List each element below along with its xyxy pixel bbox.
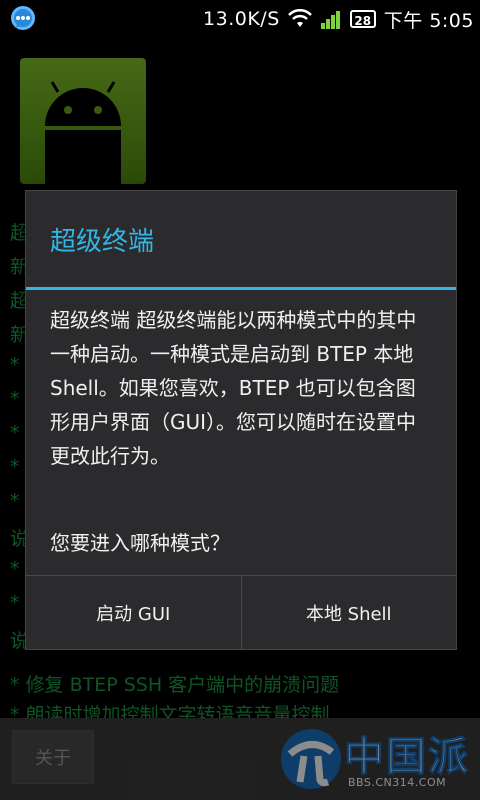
signal-icon xyxy=(320,11,340,29)
screen: 13.0K/S 28 下午 5:05 超 新 超 新 * * * * * 说 *… xyxy=(0,0,480,800)
battery-indicator: 28 xyxy=(349,10,376,28)
clock: 下午 5:05 xyxy=(383,9,474,32)
mode-dialog: 超级终端 超级终端 超级终端能以两种模式中的其中一种启动。一种模式是启动到 BT… xyxy=(25,190,457,650)
dialog-title: 超级终端 xyxy=(50,226,155,257)
local-shell-button[interactable]: 本地 Shell xyxy=(240,576,457,650)
dialog-question: 您要进入哪种模式？ xyxy=(50,531,230,555)
dialog-divider xyxy=(26,287,456,290)
status-right: 13.0K/S 28 下午 5:05 xyxy=(203,0,474,38)
status-bar: 13.0K/S 28 下午 5:05 xyxy=(0,0,480,38)
chat-bubble-icon xyxy=(11,6,35,30)
dialog-message: 超级终端 超级终端能以两种模式中的其中一种启动。一种模式是启动到 BTEP 本地… xyxy=(50,308,417,468)
start-gui-button[interactable]: 启动 GUI xyxy=(26,576,241,650)
dialog-button-row: 启动 GUI 本地 Shell xyxy=(26,575,456,650)
wifi-icon xyxy=(287,9,312,27)
net-speed: 13.0K/S xyxy=(203,8,280,30)
